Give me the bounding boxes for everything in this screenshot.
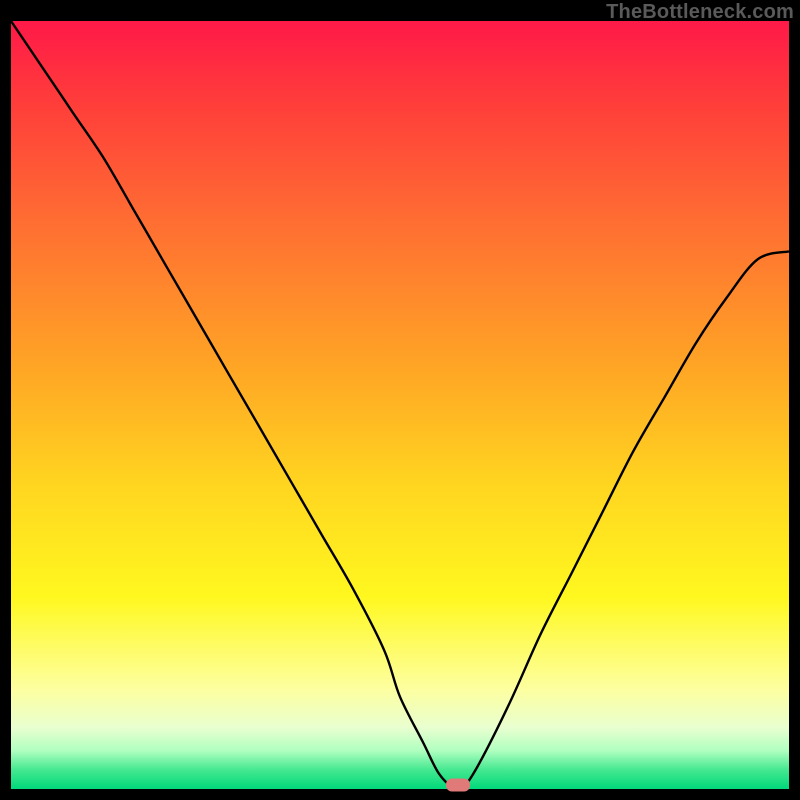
chart-frame	[11, 21, 789, 789]
sweet-spot-marker	[446, 779, 470, 792]
bottleneck-curve	[11, 21, 789, 789]
